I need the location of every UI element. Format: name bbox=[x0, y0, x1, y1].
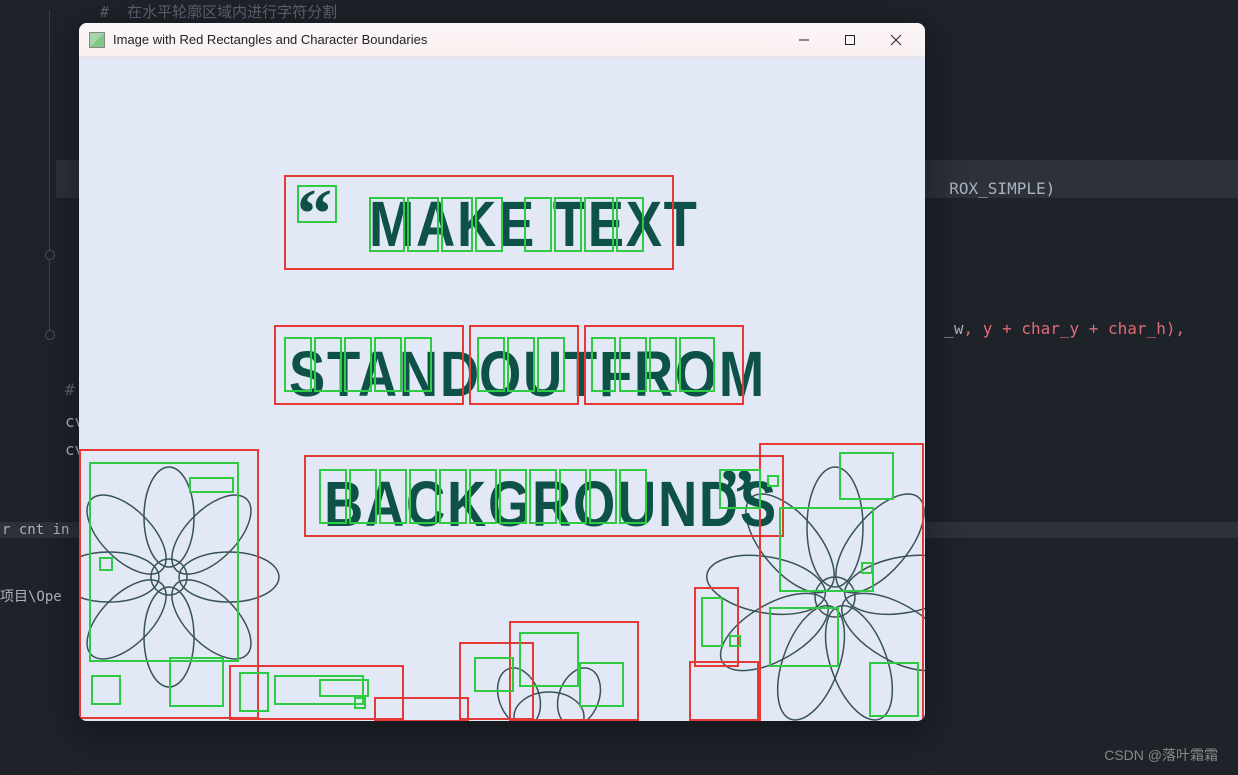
window-titlebar[interactable]: Image with Red Rectangles and Character … bbox=[79, 23, 925, 57]
code-comment-line: # 在水平轮廓区域内进行字符分割 bbox=[100, 0, 1178, 26]
image-viewer-window: Image with Red Rectangles and Character … bbox=[79, 23, 925, 721]
code-line: _w, y + char_y + char_h), bbox=[925, 300, 1185, 338]
gutter-line bbox=[49, 10, 50, 260]
gutter-line bbox=[49, 260, 50, 330]
gutter-fold-dot[interactable] bbox=[45, 330, 55, 340]
gutter-fold-dot[interactable] bbox=[45, 250, 55, 260]
close-quote: ” bbox=[719, 455, 754, 535]
green-bounding-box bbox=[319, 679, 369, 697]
image-text-line2b: OUT bbox=[479, 337, 599, 411]
watermark-text: CSDN @落叶霜霜 bbox=[1104, 745, 1218, 765]
green-bounding-box bbox=[354, 697, 366, 709]
image-text-line2c: FROM bbox=[599, 337, 766, 411]
maximize-button[interactable] bbox=[827, 24, 873, 56]
window-title: Image with Red Rectangles and Character … bbox=[113, 32, 781, 47]
app-icon bbox=[89, 32, 105, 48]
image-canvas: “ MAKE TEXT STAND OUT FROM BACKGROUNDS ” bbox=[79, 57, 925, 721]
terminal-line: 项目\Ope bbox=[0, 586, 62, 606]
close-button[interactable] bbox=[873, 24, 919, 56]
red-bounding-box bbox=[374, 697, 469, 721]
image-text-line2a: STAND bbox=[289, 337, 481, 411]
minimize-button[interactable] bbox=[781, 24, 827, 56]
image-text-line3: BACKGROUNDS bbox=[324, 467, 778, 541]
flower-sketch-left bbox=[79, 457, 289, 717]
flower-sketch-center bbox=[459, 627, 639, 721]
image-text-line1: MAKE TEXT bbox=[369, 187, 699, 261]
open-quote: “ bbox=[297, 175, 332, 255]
